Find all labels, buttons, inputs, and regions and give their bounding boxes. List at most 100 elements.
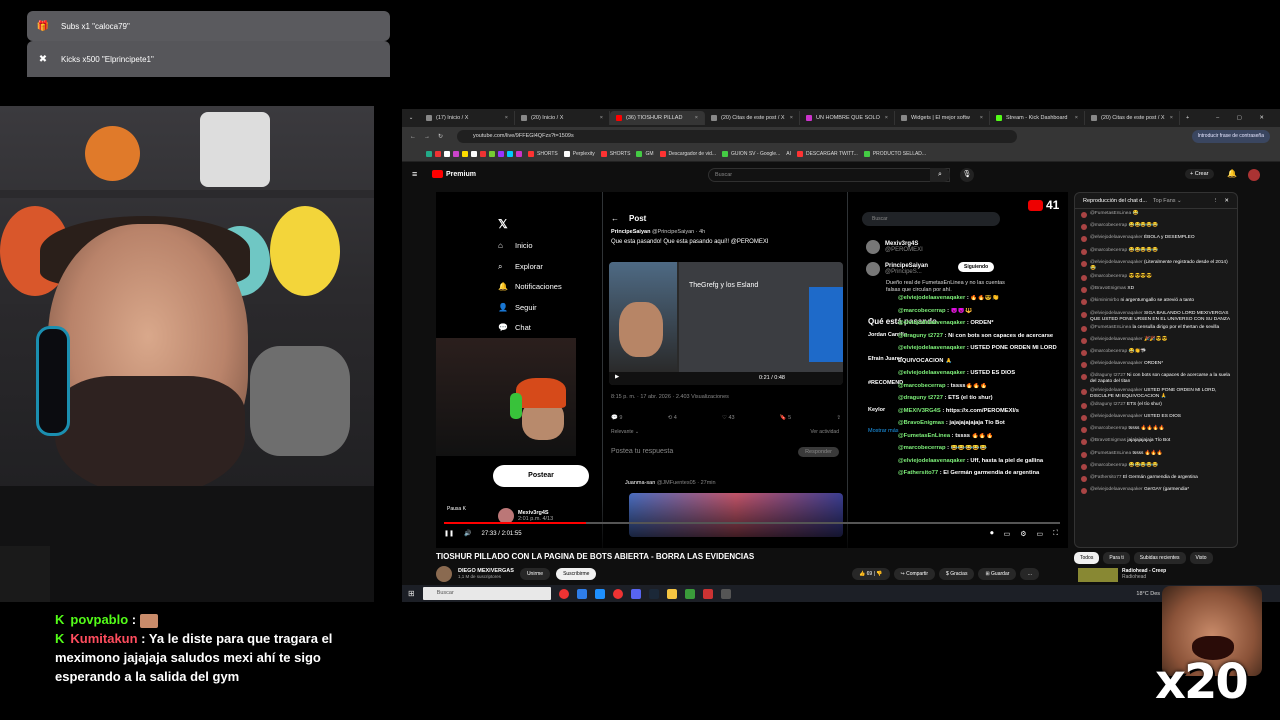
user-card-1[interactable]: Mexiv3rg4S @PEROMEXI xyxy=(866,240,923,254)
bell-icon[interactable]: 🔔 xyxy=(1227,169,1237,178)
share-icon[interactable]: ⇪ xyxy=(836,415,841,421)
chrome-icon[interactable] xyxy=(612,588,623,599)
save-button[interactable]: ⊞ Guardar xyxy=(978,568,1017,580)
chrome-icon[interactable] xyxy=(558,588,569,599)
search-input[interactable]: Buscar xyxy=(708,168,950,182)
close-icon[interactable]: × xyxy=(505,115,508,121)
discord-icon[interactable] xyxy=(630,588,641,599)
thanks-button[interactable]: $ Gracias xyxy=(939,568,975,580)
youtube-logo[interactable]: Premium xyxy=(432,170,476,178)
address-bar[interactable]: youtube.com/live/9FFEGl4QFzs?t=1509s xyxy=(457,130,1017,143)
post-button[interactable]: Postear xyxy=(493,465,589,487)
user-card-2[interactable]: PrincipeSaiyan @PrincipeS... xyxy=(866,262,928,276)
like-count[interactable]: ♡ 43 xyxy=(722,415,735,421)
app-icon[interactable] xyxy=(702,588,713,599)
back-icon[interactable]: ← xyxy=(611,214,619,223)
mic-icon[interactable]: 🎙 xyxy=(960,168,974,182)
new-tab-icon[interactable]: + xyxy=(1186,115,1189,121)
tab-4[interactable]: UN HOMBRE QUE SOLO × xyxy=(800,111,895,125)
close-icon[interactable]: ✕ xyxy=(1224,198,1229,204)
post-media[interactable]: TheGrefg y los Esland ▶ 0:21 / 0:48 xyxy=(609,262,843,385)
tab-7[interactable]: (20) Citas de este post / X × xyxy=(1085,111,1180,125)
close-icon[interactable]: × xyxy=(600,115,603,121)
bookmark-count[interactable]: 🔖 5 xyxy=(780,415,791,421)
bookmark-item[interactable]: Descargador de vid... xyxy=(659,150,716,157)
autoplay-toggle[interactable]: ⏺ xyxy=(990,530,994,538)
close-icon[interactable]: × xyxy=(1170,115,1173,121)
volume-icon[interactable]: 🔊 xyxy=(464,530,471,537)
view-activity-link[interactable]: Ver actividad xyxy=(810,429,839,435)
forward-icon[interactable]: → xyxy=(424,134,430,140)
settings-icon[interactable]: ⚙ xyxy=(1020,530,1026,538)
create-button[interactable]: + Crear xyxy=(1185,169,1214,179)
close-icon[interactable]: × xyxy=(1075,115,1078,121)
app-icon[interactable] xyxy=(594,588,605,599)
theater-icon[interactable]: ▭ xyxy=(1036,530,1043,538)
window-controls[interactable]: – ▢ ✕ xyxy=(1216,115,1272,121)
back-icon[interactable]: ← xyxy=(410,134,416,140)
reply-button[interactable]: Responder xyxy=(798,447,839,457)
edge-icon[interactable] xyxy=(576,588,587,599)
tab-6[interactable]: Stream - Kick Dashboard × xyxy=(990,111,1085,125)
x-nav-notifications[interactable]: 🔔 Notificaciones xyxy=(498,282,562,291)
close-icon[interactable]: × xyxy=(980,115,983,121)
search-icon[interactable]: ⌕ xyxy=(930,168,950,182)
captions-icon[interactable]: ▭ xyxy=(1004,530,1011,538)
avatar[interactable] xyxy=(1248,169,1260,181)
close-icon[interactable]: × xyxy=(695,115,698,121)
x-search-input[interactable]: Buscar xyxy=(862,212,1000,226)
tab-3[interactable]: (20) Citas de este post / X × xyxy=(705,111,800,125)
x-nav-explore[interactable]: ⌕ Explorar xyxy=(498,262,543,271)
reply-count[interactable]: 💬 9 xyxy=(611,415,622,421)
trend-item[interactable]: Keylor xyxy=(868,407,885,413)
chat-mode-dropdown[interactable]: Top Fans ⌄ xyxy=(1153,198,1182,204)
tab-list-icon[interactable]: ⌄ xyxy=(402,115,420,121)
filter-chip[interactable]: Todos xyxy=(1074,552,1100,564)
close-icon[interactable]: × xyxy=(790,115,793,121)
steam-icon[interactable] xyxy=(648,588,659,599)
bookmark-item[interactable]: GUION SV - Google... xyxy=(722,150,780,157)
like-button[interactable]: 👍 69 | 👎 xyxy=(852,568,890,580)
x-nav-home[interactable]: ⌂ Inicio xyxy=(498,241,533,250)
follow-button[interactable]: Siguiendo xyxy=(958,262,995,272)
folder-icon[interactable] xyxy=(666,588,677,599)
menu-icon[interactable]: ≡ xyxy=(412,169,417,179)
more-icon[interactable]: … xyxy=(1020,568,1040,580)
show-more-link[interactable]: Mostrar más xyxy=(868,428,899,434)
x-nav-chat[interactable]: 💬 Chat xyxy=(498,323,531,332)
reply-input[interactable]: Postea tu respuesta xyxy=(611,448,673,455)
tab-5[interactable]: Widgets | El mejor softw × xyxy=(895,111,990,125)
reload-icon[interactable]: ↻ xyxy=(438,133,443,140)
close-icon[interactable]: × xyxy=(885,115,888,121)
video-player[interactable]: 𝕏 ⌂ Inicio ⌕ Explorar 🔔 Notificaciones 👤 Seg… xyxy=(436,192,1068,548)
bookmark-item[interactable]: SHORTS xyxy=(528,150,558,157)
repost-count[interactable]: ⟲ 4 xyxy=(668,415,677,421)
join-button[interactable]: Unirme xyxy=(519,568,551,580)
fullscreen-icon[interactable]: ⛶ xyxy=(1053,530,1058,538)
bookmark-item[interactable]: DESCARGAR TWITT... xyxy=(796,150,858,157)
pause-icon[interactable]: ❚❚ xyxy=(444,530,454,537)
progress-bar[interactable] xyxy=(444,522,1060,524)
next-video[interactable]: Radiohead - Creep Radiohead xyxy=(1078,568,1166,582)
password-button[interactable]: Introducir frase de contraseña xyxy=(1191,130,1270,143)
tab-2[interactable]: (36) TIOSHUR PILLAD × xyxy=(610,111,705,125)
share-button[interactable]: ↪ Compartir xyxy=(893,568,936,580)
windows-start-icon[interactable]: ⊞ xyxy=(408,589,415,598)
x-nav-follow[interactable]: 👤 Seguir xyxy=(498,303,537,312)
subscribe-button[interactable]: Suscribirme xyxy=(556,568,597,580)
play-icon[interactable]: ▶ xyxy=(615,374,619,380)
bookmark-item[interactable]: SHORTS xyxy=(600,150,630,157)
app-icon[interactable] xyxy=(684,588,695,599)
tab-1[interactable]: (20) Inicio / X × xyxy=(515,111,610,125)
channel-avatar[interactable] xyxy=(436,566,452,582)
bookmark-icons[interactable] xyxy=(426,150,522,157)
weather-widget[interactable]: 18°C Des xyxy=(1136,591,1160,597)
bookmark-item[interactable]: AI xyxy=(786,151,791,157)
more-icon[interactable]: ⋮ xyxy=(1213,198,1219,204)
bookmark-item[interactable]: GM xyxy=(636,150,654,157)
notion-icon[interactable] xyxy=(720,588,731,599)
filter-chip[interactable]: Subidas recientes xyxy=(1133,552,1186,564)
bookmark-item[interactable]: Perplexity xyxy=(563,150,595,157)
tab-0[interactable]: (17) Inicio / X × xyxy=(420,111,515,125)
relevance-dropdown[interactable]: Relevante ⌄ xyxy=(611,429,639,435)
